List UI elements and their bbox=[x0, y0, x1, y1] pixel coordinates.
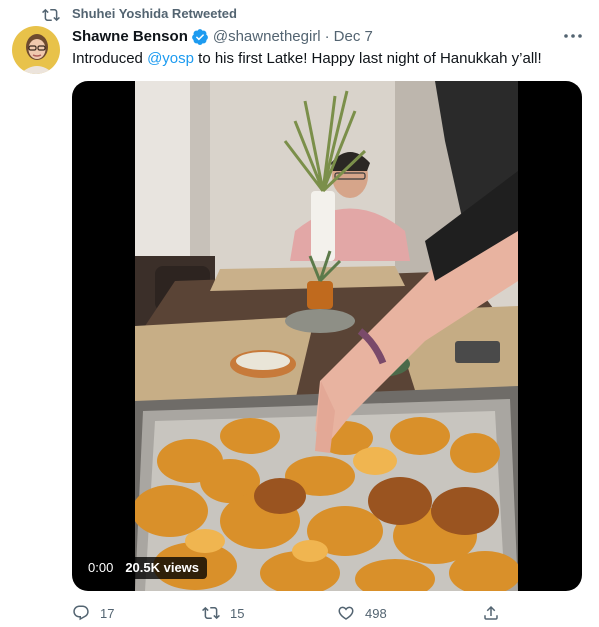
retweet-count: 15 bbox=[230, 605, 245, 621]
tweet-header: Shawne Benson @shawnethegirl · Dec 7 bbox=[72, 27, 373, 47]
video-stats-badge: 0:00 20.5K views bbox=[80, 557, 208, 579]
reply-button[interactable]: 17 bbox=[72, 601, 114, 625]
tweet-text-before: Introduced bbox=[72, 50, 148, 67]
reply-icon bbox=[73, 605, 89, 621]
retweet-button[interactable]: 15 bbox=[202, 601, 244, 625]
tweet-text: Introduced @yosp to his first Latke! Hap… bbox=[72, 49, 582, 69]
retweet-icon bbox=[42, 8, 60, 22]
avatar-image bbox=[12, 26, 60, 74]
tweet-text-after: to his first Latke! Happy last night of … bbox=[193, 50, 542, 67]
verified-badge-icon bbox=[191, 29, 208, 45]
video-views: 20.5K views bbox=[125, 560, 200, 575]
heart-icon bbox=[338, 606, 354, 620]
retweet-header: Shuhei Yoshida Retweeted bbox=[0, 0, 599, 28]
share-button[interactable] bbox=[482, 601, 510, 625]
tweet-actions: 17 15 498 bbox=[72, 601, 582, 625]
like-count: 498 bbox=[365, 605, 387, 621]
avatar[interactable] bbox=[12, 26, 60, 74]
separator-dot: · bbox=[324, 28, 330, 45]
video-frame bbox=[135, 81, 518, 591]
author-name[interactable]: Shawne Benson bbox=[72, 27, 188, 47]
retweet-action-icon bbox=[202, 606, 220, 620]
like-button[interactable]: 498 bbox=[337, 601, 387, 625]
retweeted-by-link[interactable]: Shuhei Yoshida Retweeted bbox=[72, 6, 237, 22]
author-handle[interactable]: @shawnethegirl bbox=[213, 27, 321, 47]
more-options-icon[interactable] bbox=[562, 29, 584, 43]
mention-link[interactable]: @yosp bbox=[147, 50, 194, 67]
video-player[interactable]: 0:00 20.5K views bbox=[72, 81, 582, 591]
reply-count: 17 bbox=[100, 605, 115, 621]
tweet-date[interactable]: Dec 7 bbox=[334, 27, 373, 47]
share-icon bbox=[484, 605, 498, 620]
video-time: 0:00 bbox=[88, 560, 114, 575]
